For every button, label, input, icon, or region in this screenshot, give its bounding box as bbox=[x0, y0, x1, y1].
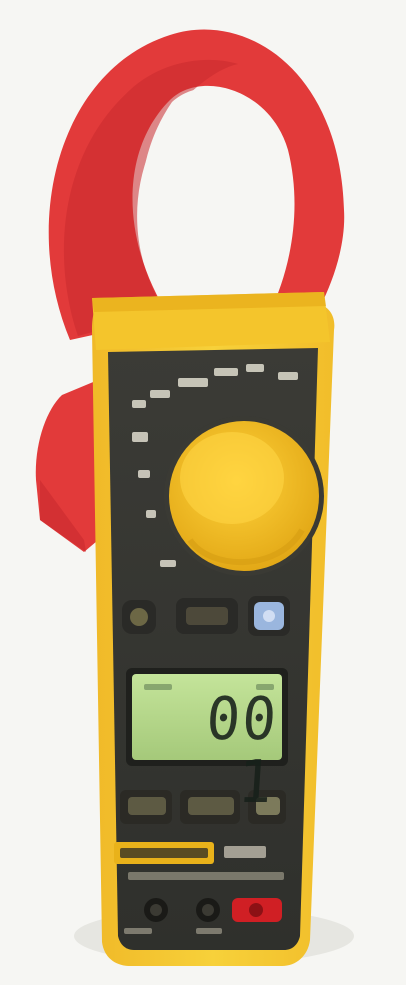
lcd-reading: 00 1 bbox=[204, 685, 281, 817]
rotary-dial-icon bbox=[164, 416, 324, 576]
button-row-top bbox=[122, 596, 290, 636]
clamp-meter-photo: 00 1 bbox=[0, 0, 406, 985]
clamp-meter-illustration bbox=[35, 29, 354, 966]
